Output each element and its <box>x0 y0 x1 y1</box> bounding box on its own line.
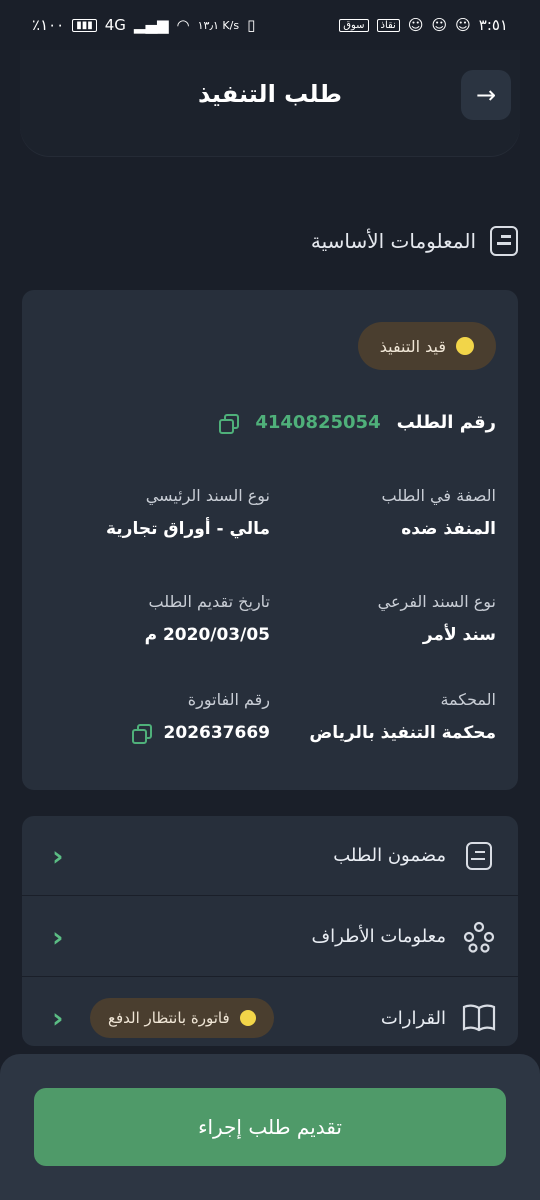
field-value: سند لأمر <box>266 625 496 645</box>
field-label: المحكمة <box>440 690 496 709</box>
field-value-text: مالي - أوراق تجارية <box>105 519 270 539</box>
snapchat-icon: ☺ <box>455 16 471 34</box>
book-icon <box>462 1001 496 1035</box>
list-item-label: القرارات <box>380 1007 446 1029</box>
field-value: المنفذ ضده <box>266 519 496 539</box>
network-text: 4G <box>104 16 126 34</box>
request-sections-list: مضمون الطلب ‹ معلومات الأطراف ‹ القرارات… <box>22 816 518 1046</box>
copy-icon[interactable] <box>131 724 152 744</box>
notification-app-icon: نقاذ <box>376 18 400 32</box>
list-item-label: معلومات الأطراف <box>311 926 446 947</box>
request-number-label: رقم الطلب <box>396 412 496 433</box>
status-badge: قيد التنفيذ <box>357 322 496 370</box>
submit-action-request-button[interactable]: تقديم طلب إجراء <box>34 1088 506 1166</box>
field-main-instrument: نوع السند الرئيسي مالي - أوراق تجارية <box>40 486 270 539</box>
list-item-label: مضمون الطلب <box>333 845 446 866</box>
field-value-text: محكمة التنفيذ بالرياض <box>309 723 496 743</box>
notification-app-icon: سوق <box>339 18 369 32</box>
arrow-right-icon: → <box>475 81 497 109</box>
field-value: محكمة التنفيذ بالرياض <box>266 723 496 743</box>
field-submit-date: تاريخ تقديم الطلب 2020/03/05 م <box>40 592 270 645</box>
people-icon <box>462 920 496 954</box>
field-label: رقم الفاتورة <box>187 690 270 709</box>
field-sub-instrument: نوع السند الفرعي سند لأمر <box>266 592 496 645</box>
snapchat-icon: ☺ <box>407 16 424 34</box>
document-icon <box>490 226 518 256</box>
wifi-icon: ◠ <box>176 16 190 34</box>
field-label: الصفة في الطلب <box>381 486 496 505</box>
request-number-row: رقم الطلب 4140825054 <box>219 412 496 434</box>
field-value-text: المنفذ ضده <box>401 519 496 539</box>
list-item-request-content[interactable]: مضمون الطلب ‹ <box>22 816 518 896</box>
field-label: نوع السند الفرعي <box>377 592 496 611</box>
chevron-left-icon: ‹ <box>52 1001 64 1035</box>
clock: ٣:٥١ <box>478 16 508 34</box>
status-right: سوق نقاذ ☺ ☺ ☺ ٣:٥١ <box>339 16 508 34</box>
status-left: ٪١٠٠ ▮▮▮ 4G ▂▄▆ ◠ ١٣٫١ K/s ▯ <box>32 16 255 34</box>
field-value-text: 202637669 <box>163 723 270 743</box>
battery-text: ٪١٠٠ <box>32 16 65 34</box>
field-value: 2020/03/05 م <box>40 625 270 645</box>
list-item-parties-info[interactable]: معلومات الأطراف ‹ <box>22 897 518 977</box>
field-value: 202637669 <box>40 723 270 744</box>
battery-icon: ▮▮▮ <box>72 18 97 32</box>
basic-info-card: قيد التنفيذ رقم الطلب 4140825054 الصفة ف… <box>22 290 518 790</box>
field-value-text: سند لأمر <box>422 625 496 645</box>
bottom-action-bar: تقديم طلب إجراء <box>0 1054 540 1200</box>
request-number-value: 4140825054 <box>255 412 381 433</box>
list-item-decisions[interactable]: القرارات فاتورة بانتظار الدفع ‹ <box>22 978 518 1046</box>
payment-status-badge: فاتورة بانتظار الدفع <box>90 998 274 1038</box>
vibrate-icon: ▯ <box>247 16 256 34</box>
status-dot-icon <box>456 337 474 355</box>
field-invoice-number: رقم الفاتورة 202637669 <box>40 690 270 744</box>
section-heading: المعلومات الأساسية <box>311 226 518 256</box>
chevron-left-icon: ‹ <box>52 839 64 872</box>
back-button[interactable]: → <box>461 70 511 120</box>
payment-status-text: فاتورة بانتظار الدفع <box>108 1009 230 1027</box>
status-bar: ٪١٠٠ ▮▮▮ 4G ▂▄▆ ◠ ١٣٫١ K/s ▯ سوق نقاذ ☺ … <box>0 0 540 50</box>
field-role: الصفة في الطلب المنفذ ضده <box>266 486 496 539</box>
section-title: المعلومات الأساسية <box>310 229 476 253</box>
snapchat-icon: ☺ <box>431 16 448 34</box>
field-label: نوع السند الرئيسي <box>145 486 270 505</box>
status-dot-icon <box>239 1010 256 1026</box>
document-icon <box>462 839 496 873</box>
signal-icon: ▂▄▆ <box>133 16 169 34</box>
status-text: قيد التنفيذ <box>379 336 446 356</box>
field-court: المحكمة محكمة التنفيذ بالرياض <box>266 690 496 743</box>
copy-icon[interactable] <box>219 413 240 434</box>
app-header: طلب التنفيذ → <box>20 50 520 156</box>
field-value-text: 2020/03/05 م <box>144 625 270 645</box>
page-title: طلب التنفيذ <box>198 80 342 108</box>
field-label: تاريخ تقديم الطلب <box>148 592 270 611</box>
chevron-left-icon: ‹ <box>52 920 64 953</box>
field-value: مالي - أوراق تجارية <box>40 519 270 539</box>
net-speed: ١٣٫١ K/s <box>197 18 240 32</box>
